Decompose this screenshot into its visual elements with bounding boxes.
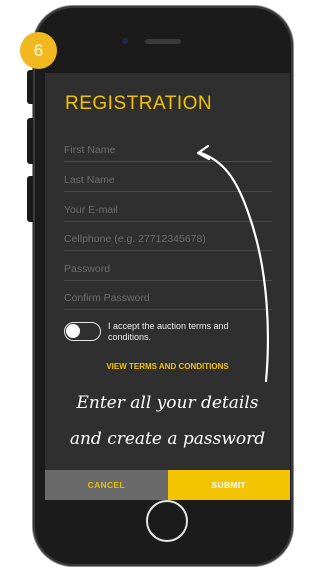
last-name-field[interactable] [64,169,272,192]
email-input[interactable] [64,199,272,221]
home-button[interactable] [146,500,188,542]
front-camera [122,38,128,44]
submit-button[interactable]: SUBMIT [167,470,290,500]
confirm-password-input[interactable] [64,287,272,309]
action-bar: CANCEL SUBMIT [45,470,290,500]
annotation-line-1: Enter all your details [76,393,259,413]
password-input[interactable] [64,258,272,280]
volume-down-button [27,176,33,222]
email-field[interactable] [64,199,272,222]
mute-switch [27,70,33,104]
cancel-button[interactable]: CANCEL [45,470,168,500]
view-terms-link[interactable]: VIEW TERMS AND CONDITIONS [45,362,290,371]
annotation-line-2: and create a password [69,429,266,449]
registration-screen: REGISTRATION I accept the auction terms … [45,73,290,500]
first-name-field[interactable] [64,139,272,162]
first-name-input[interactable] [64,139,272,161]
terms-label: I accept the auction terms and condition… [108,321,229,342]
step-badge: 6 [20,32,57,69]
confirm-password-field[interactable] [64,287,272,310]
toggle-knob [66,324,80,338]
earpiece-speaker [145,39,181,44]
last-name-input[interactable] [64,169,272,191]
password-field[interactable] [64,258,272,281]
cellphone-input[interactable] [64,228,272,250]
page-title: REGISTRATION [65,93,213,114]
cellphone-field[interactable] [64,228,272,251]
volume-up-button [27,118,33,164]
terms-toggle[interactable] [64,322,101,341]
